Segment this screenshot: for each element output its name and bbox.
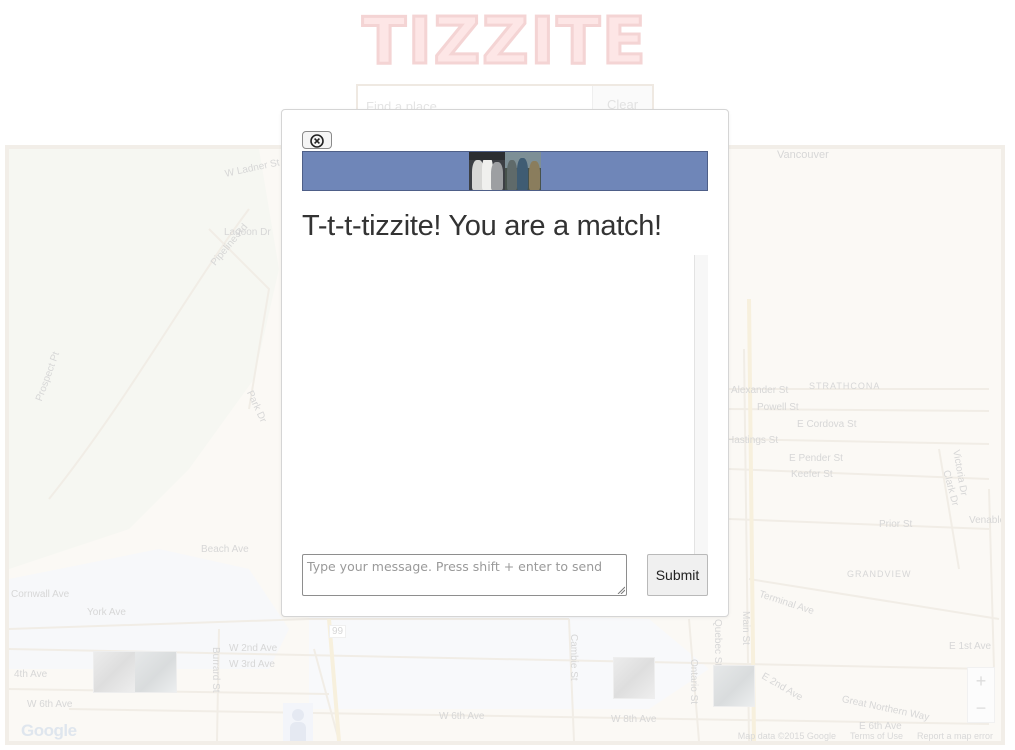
map-label: Alexander St [731, 385, 789, 396]
map-label: Beach Ave [201, 544, 249, 555]
map-label: 4th Ave [14, 669, 48, 680]
map-label: York Ave [87, 607, 126, 618]
match-photo [469, 152, 505, 190]
map-label: Burrard St [210, 647, 221, 693]
map-label: Prior St [879, 519, 913, 530]
map-label: Cornwall Ave [11, 589, 70, 600]
match-title: T-t-t-tizzite! You are a match! [302, 210, 662, 242]
resize-grip-icon[interactable] [617, 586, 625, 594]
match-banner [302, 151, 708, 191]
map-label: W 6th Ave [439, 711, 485, 722]
zoom-out-button[interactable]: − [968, 695, 994, 722]
map-zoom-control: + − [967, 667, 995, 723]
map-label: Ontario St [688, 659, 699, 705]
marker-photo [714, 666, 754, 706]
map-label: Powell St [757, 402, 799, 413]
close-circle-icon [310, 133, 324, 148]
map-attribution: Map data ©2015 Google Terms of Use Repor… [738, 731, 993, 741]
map-label: W 3rd Ave [229, 659, 275, 670]
map-label: E Pender St [789, 453, 843, 464]
map-label: GRANDVIEW [847, 569, 912, 579]
map-label: Keefer St [791, 469, 833, 480]
submit-button[interactable]: Submit [647, 554, 708, 596]
user-photo-marker[interactable] [713, 665, 755, 707]
map-label: W 2nd Ave [229, 643, 278, 654]
message-input[interactable] [302, 554, 627, 596]
chat-log [302, 255, 708, 555]
map-label: Quebec St [712, 619, 723, 667]
close-button[interactable] [302, 131, 332, 149]
highway-shield: 99 [329, 625, 347, 638]
map-label: Hastings St [727, 435, 779, 446]
map-label: E 1st Ave [949, 641, 992, 652]
match-photo [505, 152, 541, 190]
map-label: W 6th Ave [27, 699, 73, 710]
user-photo-marker[interactable] [613, 657, 655, 699]
map-label: Vancouver [777, 149, 829, 161]
zoom-in-button[interactable]: + [968, 668, 994, 695]
map-label: Main St [740, 611, 751, 645]
app-logo[interactable]: TIZZITE [340, 9, 670, 76]
chat-scrollbar[interactable] [694, 255, 708, 555]
user-photo-marker[interactable] [93, 651, 177, 693]
map-label: W 8th Ave [611, 714, 657, 725]
marker-photo [614, 658, 654, 698]
street-view-pegman-icon[interactable] [283, 703, 313, 741]
map-label: Cambie St [568, 634, 579, 681]
match-modal: T-t-t-tizzite! You are a match! Submit [281, 109, 729, 617]
marker-photo [94, 652, 135, 692]
report-error-link[interactable]: Report a map error [917, 731, 993, 741]
map-label: Venables St [969, 515, 1005, 526]
map-data-credit: Map data ©2015 Google [737, 731, 836, 741]
google-logo: Google [21, 721, 77, 740]
marker-photo [135, 652, 176, 692]
map-label: E Cordova St [797, 419, 857, 430]
map-label: STRATHCONA [809, 381, 881, 391]
terms-link[interactable]: Terms of Use [850, 731, 903, 741]
